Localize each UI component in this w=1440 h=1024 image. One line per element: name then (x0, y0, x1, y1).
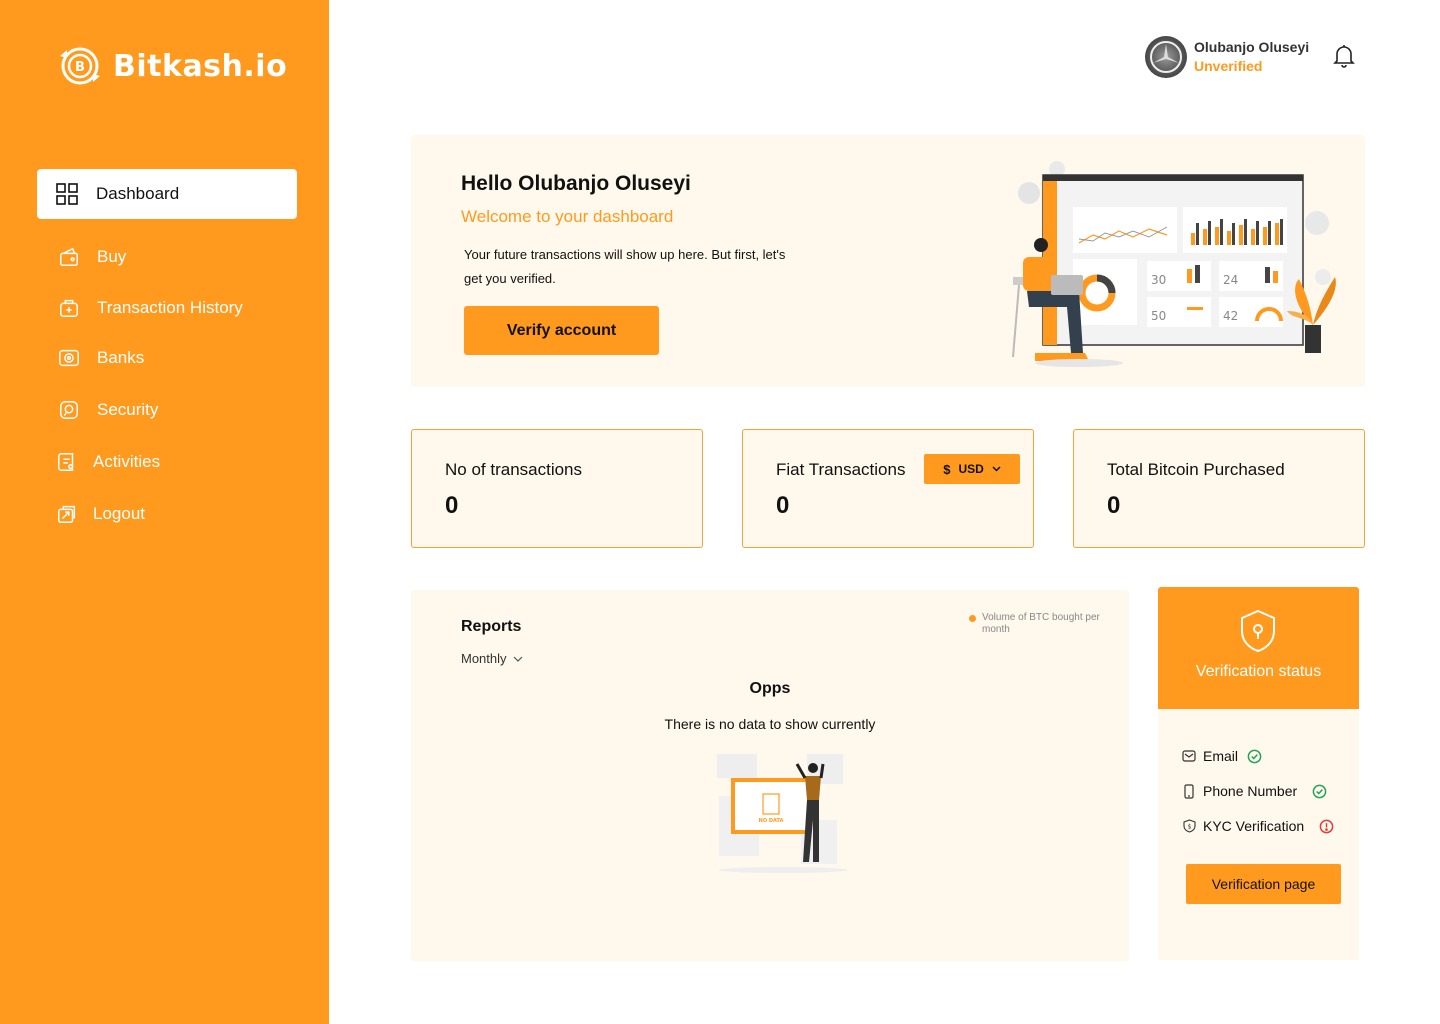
legend-label: Volume of BTC bought per month (982, 612, 1100, 635)
greeting-title: Hello Olubanjo Oluseyi (461, 172, 691, 195)
bell-icon[interactable] (1332, 43, 1356, 69)
stat-card-transactions: No of transactions 0 (411, 429, 703, 548)
avatar[interactable] (1145, 36, 1187, 78)
currency-symbol: $ (943, 461, 951, 477)
stat-value: 0 (1107, 492, 1121, 519)
legend-dot (969, 615, 976, 622)
sidebar-item-label: Security (97, 400, 159, 419)
shield-icon (1241, 609, 1275, 653)
history-icon (57, 296, 81, 320)
stat-value: 0 (776, 492, 790, 519)
no-data-label: NO DATA (759, 818, 784, 824)
period-select[interactable]: Monthly (461, 651, 523, 666)
verify-account-button[interactable]: Verify account (464, 306, 659, 355)
sidebar-item-label: Dashboard (96, 184, 180, 203)
welcome-card: Hello Olubanjo Oluseyi Welcome to your d… (411, 135, 1365, 387)
verification-item-label: KYC Verification (1203, 818, 1305, 834)
sidebar-item-logout[interactable]: Logout (37, 489, 297, 539)
check-circle-icon (1246, 748, 1262, 764)
sidebar-item-label: Transaction History (97, 298, 243, 317)
sidebar-item-buy[interactable]: Buy (37, 232, 297, 282)
user-status: Unverified (1194, 58, 1263, 74)
illustration-number: 42 (1223, 309, 1238, 323)
sidebar-item-label: Activities (93, 452, 161, 471)
sidebar-item-label: Banks (97, 348, 145, 367)
sidebar-item-dashboard[interactable]: Dashboard (37, 169, 297, 219)
verification-page-button[interactable]: Verification page (1186, 864, 1341, 904)
illustration-number: 50 (1151, 309, 1166, 323)
verification-item-label: Phone Number (1203, 783, 1298, 799)
chevron-down-icon (513, 656, 522, 662)
stat-label: No of transactions (445, 460, 583, 479)
verification-item-email: Email (1181, 748, 1262, 764)
sidebar-item-transaction-history[interactable]: Transaction History (37, 283, 297, 333)
grid-icon (55, 182, 79, 206)
user-info: Olubanjo Oluseyi Unverified (1194, 38, 1309, 76)
wallet-icon (57, 245, 81, 269)
kyc-icon: $ (1181, 818, 1197, 834)
sidebar: B Bitkash.io Dashboard Buy Transaction H… (0, 0, 329, 1024)
svg-text:B: B (75, 60, 85, 75)
stat-label: Fiat Transactions (776, 460, 906, 479)
stat-value: 0 (445, 492, 459, 519)
brand-name: Bitkash.io (113, 48, 288, 84)
user-name: Olubanjo Oluseyi (1194, 39, 1310, 55)
illustration-number: 30 (1151, 273, 1166, 287)
verification-item-label: Email (1203, 748, 1239, 764)
security-icon (57, 398, 81, 422)
check-circle-icon (1311, 783, 1327, 799)
verification-title: Verification status (1195, 663, 1322, 680)
brand-logo[interactable]: B Bitkash.io (55, 44, 287, 88)
sidebar-item-activities[interactable]: Activities (37, 437, 297, 487)
chevron-down-icon (992, 466, 1001, 472)
chart-legend: Volume of BTC bought per month (969, 612, 1102, 636)
sidebar-item-security[interactable]: Security (37, 385, 297, 435)
sidebar-item-banks[interactable]: Banks (37, 333, 297, 383)
stat-card-fiat: Fiat Transactions 0 $ USD (742, 429, 1034, 548)
currency-code: USD (958, 462, 984, 476)
verification-status-panel: Verification status Email Phone Number $… (1158, 587, 1359, 960)
verification-item-phone: Phone Number (1181, 783, 1327, 799)
svg-text:$: $ (1187, 824, 1191, 831)
welcome-subtitle: Welcome to your dashboard (461, 207, 674, 226)
verification-header: Verification status (1158, 587, 1359, 709)
avatar-image (1150, 41, 1182, 73)
alert-circle-icon (1318, 818, 1334, 834)
activities-icon (55, 450, 79, 474)
currency-select[interactable]: $ USD (924, 454, 1020, 484)
logout-icon (55, 502, 79, 526)
verification-item-kyc: $ KYC Verification (1181, 818, 1334, 834)
dashboard-illustration: 30 24 50 42 (1012, 161, 1336, 367)
welcome-description: Your future transactions will show up he… (464, 247, 786, 286)
reports-title: Reports (461, 618, 522, 635)
period-label: Monthly (461, 651, 507, 666)
reports-panel: Reports Monthly Volume of BTC bought per… (411, 590, 1129, 961)
sidebar-item-label: Logout (93, 504, 145, 523)
mail-icon (1181, 748, 1197, 764)
no-data-illustration: NO DATA (717, 754, 847, 873)
stat-card-bitcoin: Total Bitcoin Purchased 0 (1073, 429, 1365, 548)
phone-icon (1181, 783, 1197, 799)
illustration-number: 24 (1223, 273, 1238, 287)
empty-state-title: Opps (749, 680, 791, 697)
bitcoin-logo-icon: B (60, 47, 100, 85)
user-profile[interactable]: Olubanjo Oluseyi Unverified (1145, 36, 1309, 78)
bank-icon (57, 346, 81, 370)
empty-state-message: There is no data to show currently (664, 716, 876, 732)
stat-label: Total Bitcoin Purchased (1107, 460, 1285, 479)
sidebar-item-label: Buy (97, 247, 127, 266)
